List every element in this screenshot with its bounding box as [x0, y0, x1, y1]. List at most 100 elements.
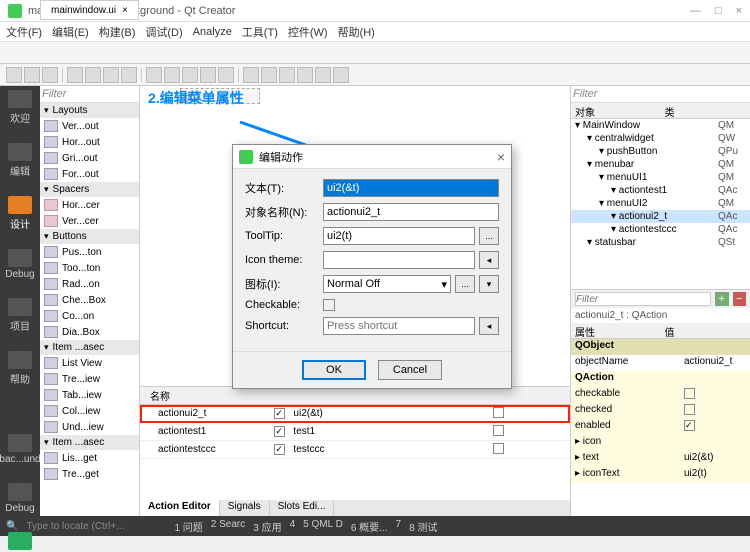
- tree-row[interactable]: ▾ centralwidgetQW: [571, 132, 750, 145]
- widget-filter[interactable]: Filter: [40, 86, 139, 103]
- status-item[interactable]: 6 概要...: [351, 519, 388, 534]
- toolbar-icon[interactable]: [333, 67, 349, 83]
- menu-item[interactable]: 文件(F): [6, 24, 42, 40]
- menu-item[interactable]: 控件(W): [288, 24, 328, 40]
- widget-item[interactable]: Ver...cer: [40, 213, 139, 229]
- widget-category[interactable]: ▾Spacers: [40, 182, 139, 197]
- cancel-button[interactable]: Cancel: [378, 360, 442, 380]
- mode-项目[interactable]: 项目: [8, 298, 32, 333]
- status-item[interactable]: 5 QML D: [303, 519, 343, 534]
- toolbar-icon[interactable]: [85, 67, 101, 83]
- icon-dropdown-button[interactable]: ▾: [479, 275, 499, 293]
- toolbar-icon[interactable]: [121, 67, 137, 83]
- toolbar-icon[interactable]: [279, 67, 295, 83]
- status-item[interactable]: 7: [396, 519, 402, 534]
- widget-item[interactable]: Co...on: [40, 308, 139, 324]
- editor-tab[interactable]: Signals: [220, 500, 270, 516]
- widget-item[interactable]: Hor...cer: [40, 197, 139, 213]
- tree-row[interactable]: ▾ menubarQM: [571, 158, 750, 171]
- maximize-button[interactable]: □: [715, 5, 722, 17]
- minimize-button[interactable]: —: [690, 5, 701, 17]
- toolbar-icon[interactable]: [200, 67, 216, 83]
- widget-item[interactable]: Tab...iew: [40, 387, 139, 403]
- toolbar-icon[interactable]: [6, 67, 22, 83]
- prop-row[interactable]: QObject: [571, 339, 750, 355]
- status-item[interactable]: 1 问题: [174, 519, 202, 534]
- mode-Debug[interactable]: Debug: [5, 483, 34, 514]
- action-row[interactable]: actiontestccctestccc: [140, 441, 570, 459]
- tree-row[interactable]: ▾ menuUI2QM: [571, 197, 750, 210]
- widget-category[interactable]: ▾Buttons: [40, 229, 139, 244]
- prop-row[interactable]: checkable: [571, 387, 750, 403]
- icon-more-button[interactable]: ...: [455, 275, 475, 293]
- prop-row[interactable]: checked: [571, 403, 750, 419]
- mode-编辑[interactable]: 编辑: [8, 143, 32, 178]
- widget-item[interactable]: Col...iew: [40, 403, 139, 419]
- tooltip-input[interactable]: [323, 227, 475, 245]
- toolbar-icon[interactable]: [103, 67, 119, 83]
- shortcut-clear-button[interactable]: ◂: [479, 317, 499, 335]
- close-tab-icon[interactable]: ×: [122, 5, 128, 16]
- toolbar-icon[interactable]: [146, 67, 162, 83]
- menu-item[interactable]: 编辑(E): [52, 24, 89, 40]
- icon-combo[interactable]: Normal Off▾: [323, 275, 451, 293]
- mode-Debug[interactable]: Debug: [5, 249, 34, 280]
- tree-row[interactable]: ▾ statusbarQSt: [571, 236, 750, 249]
- shortcut-input[interactable]: [323, 317, 475, 335]
- toolbar-icon[interactable]: [315, 67, 331, 83]
- toolbar-icon[interactable]: [42, 67, 58, 83]
- widget-item[interactable]: Gri...out: [40, 150, 139, 166]
- tree-row[interactable]: ▾ menuUI1QM: [571, 171, 750, 184]
- tree-row[interactable]: ▾ actiontest1QAc: [571, 184, 750, 197]
- toolbar-icon[interactable]: [243, 67, 259, 83]
- tree-row[interactable]: ▾ actiontestcccQAc: [571, 223, 750, 236]
- widget-item[interactable]: Ver...out: [40, 118, 139, 134]
- menu-item[interactable]: 调试(D): [145, 24, 182, 40]
- menu-item[interactable]: 构建(B): [99, 24, 136, 40]
- tree-row[interactable]: ▾ MainWindowQM: [571, 119, 750, 132]
- widget-category[interactable]: ▾Item ...asec: [40, 340, 139, 355]
- widget-item[interactable]: Hor...out: [40, 134, 139, 150]
- toolbar-icon[interactable]: [24, 67, 40, 83]
- action-row[interactable]: actionui2_tui2(&t): [140, 405, 570, 423]
- widget-item[interactable]: Lis...get: [40, 450, 139, 466]
- mode-bac...und[interactable]: bac...und: [0, 434, 41, 465]
- add-prop-button[interactable]: +: [715, 292, 729, 306]
- action-row[interactable]: actiontest1test1: [140, 423, 570, 441]
- tree-row[interactable]: ▾ actionui2_tQAc: [571, 210, 750, 223]
- widget-item[interactable]: List View: [40, 355, 139, 371]
- widget-item[interactable]: Tre...get: [40, 466, 139, 482]
- menu-item[interactable]: Analyze: [193, 26, 232, 38]
- editor-tab[interactable]: Slots Edi...: [270, 500, 335, 516]
- text-input[interactable]: [323, 179, 499, 197]
- widget-item[interactable]: Und...iew: [40, 419, 139, 435]
- widget-item[interactable]: For...out: [40, 166, 139, 182]
- mode-欢迎[interactable]: 欢迎: [8, 90, 32, 125]
- dialog-close-button[interactable]: ×: [497, 149, 505, 165]
- widget-category[interactable]: ▾Layouts: [40, 103, 139, 118]
- obj-filter[interactable]: Filter: [571, 86, 750, 103]
- prop-row[interactable]: ▸ textui2(&t): [571, 451, 750, 467]
- menu-item[interactable]: 帮助(H): [338, 24, 375, 40]
- toolbar-icon[interactable]: [67, 67, 83, 83]
- editor-tab[interactable]: Action Editor: [140, 500, 220, 516]
- menu-item[interactable]: 工具(T): [242, 24, 278, 40]
- widget-category[interactable]: ▾Item ...asec: [40, 435, 139, 450]
- icontheme-input[interactable]: [323, 251, 475, 269]
- prop-row[interactable]: QAction: [571, 371, 750, 387]
- widget-item[interactable]: Dia..Box: [40, 324, 139, 340]
- checkable-checkbox[interactable]: [323, 299, 335, 311]
- prop-row[interactable]: enabled: [571, 419, 750, 435]
- widget-item[interactable]: Too...ton: [40, 260, 139, 276]
- status-item[interactable]: 8 测试: [409, 519, 437, 534]
- icontheme-reset-button[interactable]: ◂: [479, 251, 499, 269]
- remove-prop-button[interactable]: −: [733, 292, 747, 306]
- tree-row[interactable]: ▾ pushButtonQPu: [571, 145, 750, 158]
- widget-item[interactable]: Che...Box: [40, 292, 139, 308]
- mode-设计[interactable]: 设计: [8, 196, 32, 231]
- prop-row[interactable]: objectNameactionui2_t: [571, 355, 750, 371]
- prop-row[interactable]: ▸ icon: [571, 435, 750, 451]
- mode-帮助[interactable]: 帮助: [8, 351, 32, 386]
- toolbar-icon[interactable]: [182, 67, 198, 83]
- toolbar-icon[interactable]: [218, 67, 234, 83]
